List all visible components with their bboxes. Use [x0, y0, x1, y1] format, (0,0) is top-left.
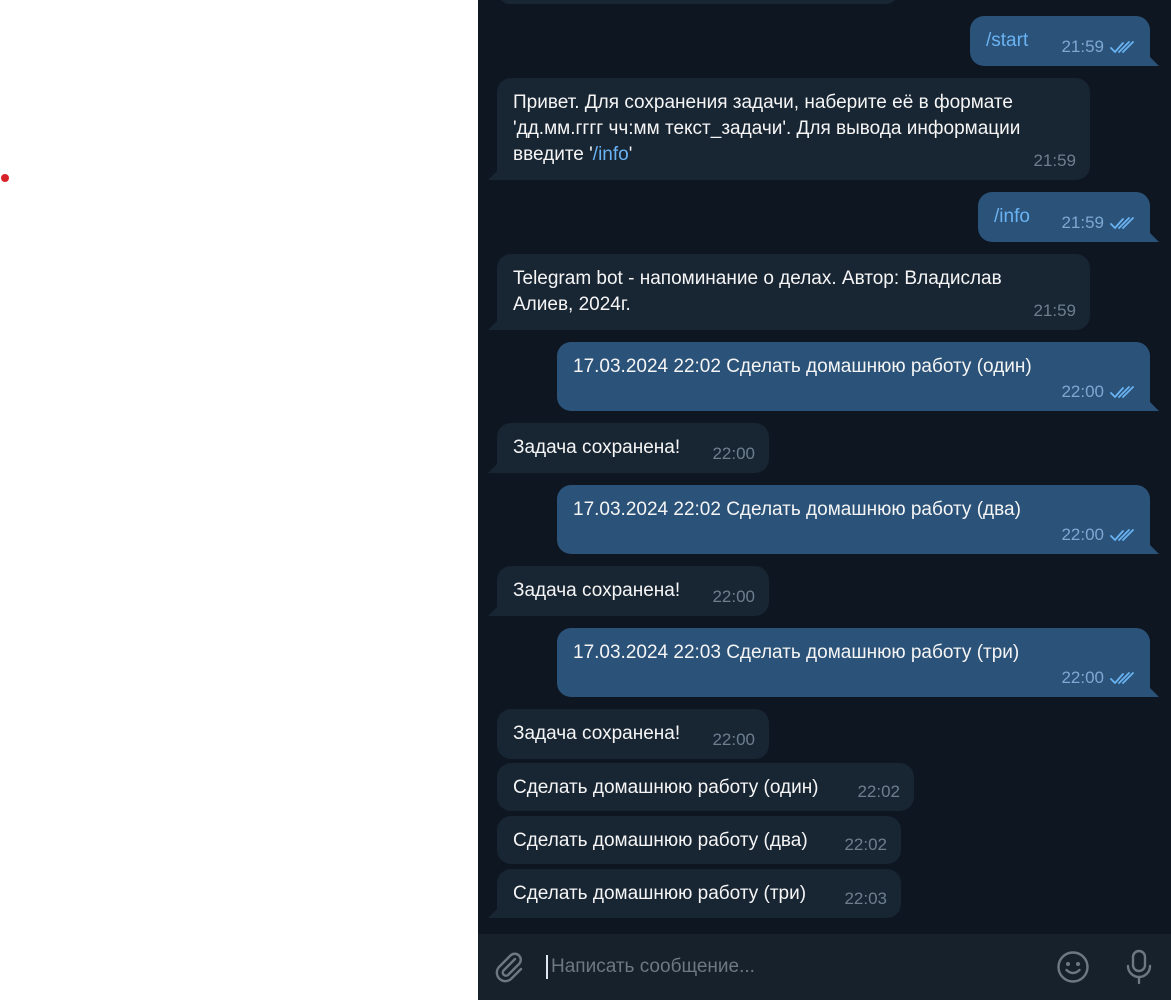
- smiley-icon[interactable]: [1055, 949, 1091, 985]
- message-text: Сделать домашнюю работу (два): [513, 830, 808, 851]
- message-time: 22:02: [857, 782, 900, 801]
- double-check-icon: [1110, 529, 1134, 541]
- message-composer: [478, 934, 1171, 1000]
- message-text: Сделать домашнюю работу (три): [513, 883, 807, 904]
- message-text: /info: [994, 206, 1030, 227]
- message-text: /start: [986, 30, 1029, 51]
- double-check-icon: [1110, 672, 1134, 684]
- incoming-message[interactable]: Привет. Для сохранения задачи, наберите …: [497, 78, 1090, 180]
- previous-message-peek: [498, 0, 898, 4]
- message-time: 21:59: [1033, 151, 1076, 170]
- incoming-message[interactable]: Сделать домашнюю работу (три) 22:03: [497, 869, 901, 918]
- microphone-icon[interactable]: [1122, 948, 1156, 986]
- double-check-icon: [1110, 386, 1134, 398]
- message-meta: 22:00: [1061, 522, 1136, 548]
- message-meta: 22:02: [857, 779, 900, 805]
- blank-left-pane: [0, 0, 478, 1000]
- message-text: Сделать домашнюю работу (один): [513, 777, 819, 798]
- outgoing-message[interactable]: 17.03.2024 22:02 Сделать домашнюю работу…: [557, 485, 1150, 554]
- incoming-message[interactable]: Сделать домашнюю работу (два) 22:02: [497, 816, 901, 864]
- message-meta: 22:02: [844, 832, 887, 858]
- outgoing-message[interactable]: 17.03.2024 22:03 Сделать домашнюю работу…: [557, 628, 1150, 697]
- message-time: 22:00: [1061, 525, 1104, 544]
- message-text: Задача сохранена!: [513, 580, 681, 601]
- message-time: 22:03: [844, 889, 887, 908]
- message-meta: 22:00: [712, 584, 755, 610]
- text-cursor: [546, 955, 548, 979]
- incoming-message[interactable]: Задача сохранена! 22:00: [497, 423, 769, 473]
- incoming-message[interactable]: Задача сохранена! 22:00: [497, 566, 769, 616]
- message-meta: 21:59: [1061, 34, 1136, 60]
- outgoing-message[interactable]: /info 21:59: [978, 192, 1150, 242]
- incoming-message[interactable]: Сделать домашнюю работу (один) 22:02: [497, 763, 914, 811]
- info-command-link[interactable]: /info: [593, 144, 629, 165]
- message-text: Задача сохранена!: [513, 723, 681, 744]
- incoming-message[interactable]: Telegram bot - напоминание о делах. Авто…: [497, 254, 1090, 330]
- double-check-icon: [1110, 217, 1134, 229]
- outgoing-message[interactable]: /start 21:59: [970, 16, 1150, 66]
- message-time: 22:00: [712, 444, 755, 463]
- message-input-wrapper: [546, 950, 1026, 984]
- message-meta: 21:59: [1061, 210, 1136, 236]
- message-time: 21:59: [1061, 213, 1104, 232]
- message-text: Telegram bot - напоминание о делах. Авто…: [513, 268, 1002, 315]
- message-time: 21:59: [1061, 37, 1104, 56]
- message-text: 17.03.2024 22:02 Сделать домашнюю работу…: [573, 499, 1021, 520]
- message-input[interactable]: [551, 956, 1011, 978]
- message-time: 21:59: [1033, 301, 1076, 320]
- message-time: 22:00: [1061, 668, 1104, 687]
- chat-window: /start 21:59 Привет. Для сохранения зада…: [478, 0, 1171, 1000]
- message-text: 17.03.2024 22:02 Сделать домашнюю работу…: [573, 356, 1032, 377]
- message-meta: 22:03: [844, 886, 887, 912]
- message-text: 17.03.2024 22:03 Сделать домашнюю работу…: [573, 642, 1020, 663]
- message-time: 22:00: [712, 587, 755, 606]
- red-dot-marker: [1, 174, 9, 182]
- outgoing-message[interactable]: 17.03.2024 22:02 Сделать домашнюю работу…: [557, 342, 1150, 411]
- double-check-icon: [1110, 41, 1134, 53]
- message-meta: 22:00: [712, 727, 755, 753]
- message-meta: 22:00: [1061, 379, 1136, 405]
- paperclip-icon[interactable]: [492, 950, 526, 984]
- message-text: Задача сохранена!: [513, 437, 681, 458]
- message-time: 22:02: [844, 835, 887, 854]
- message-text: Привет. Для сохранения задачи, наберите …: [513, 92, 1021, 165]
- message-time: 22:00: [1061, 382, 1104, 401]
- incoming-message[interactable]: Задача сохранена! 22:00: [497, 709, 769, 759]
- message-meta: 22:00: [1061, 665, 1136, 691]
- message-meta: 22:00: [712, 441, 755, 467]
- message-time: 22:00: [712, 730, 755, 749]
- message-meta: 21:59: [1033, 298, 1076, 324]
- message-meta: 21:59: [1033, 148, 1076, 174]
